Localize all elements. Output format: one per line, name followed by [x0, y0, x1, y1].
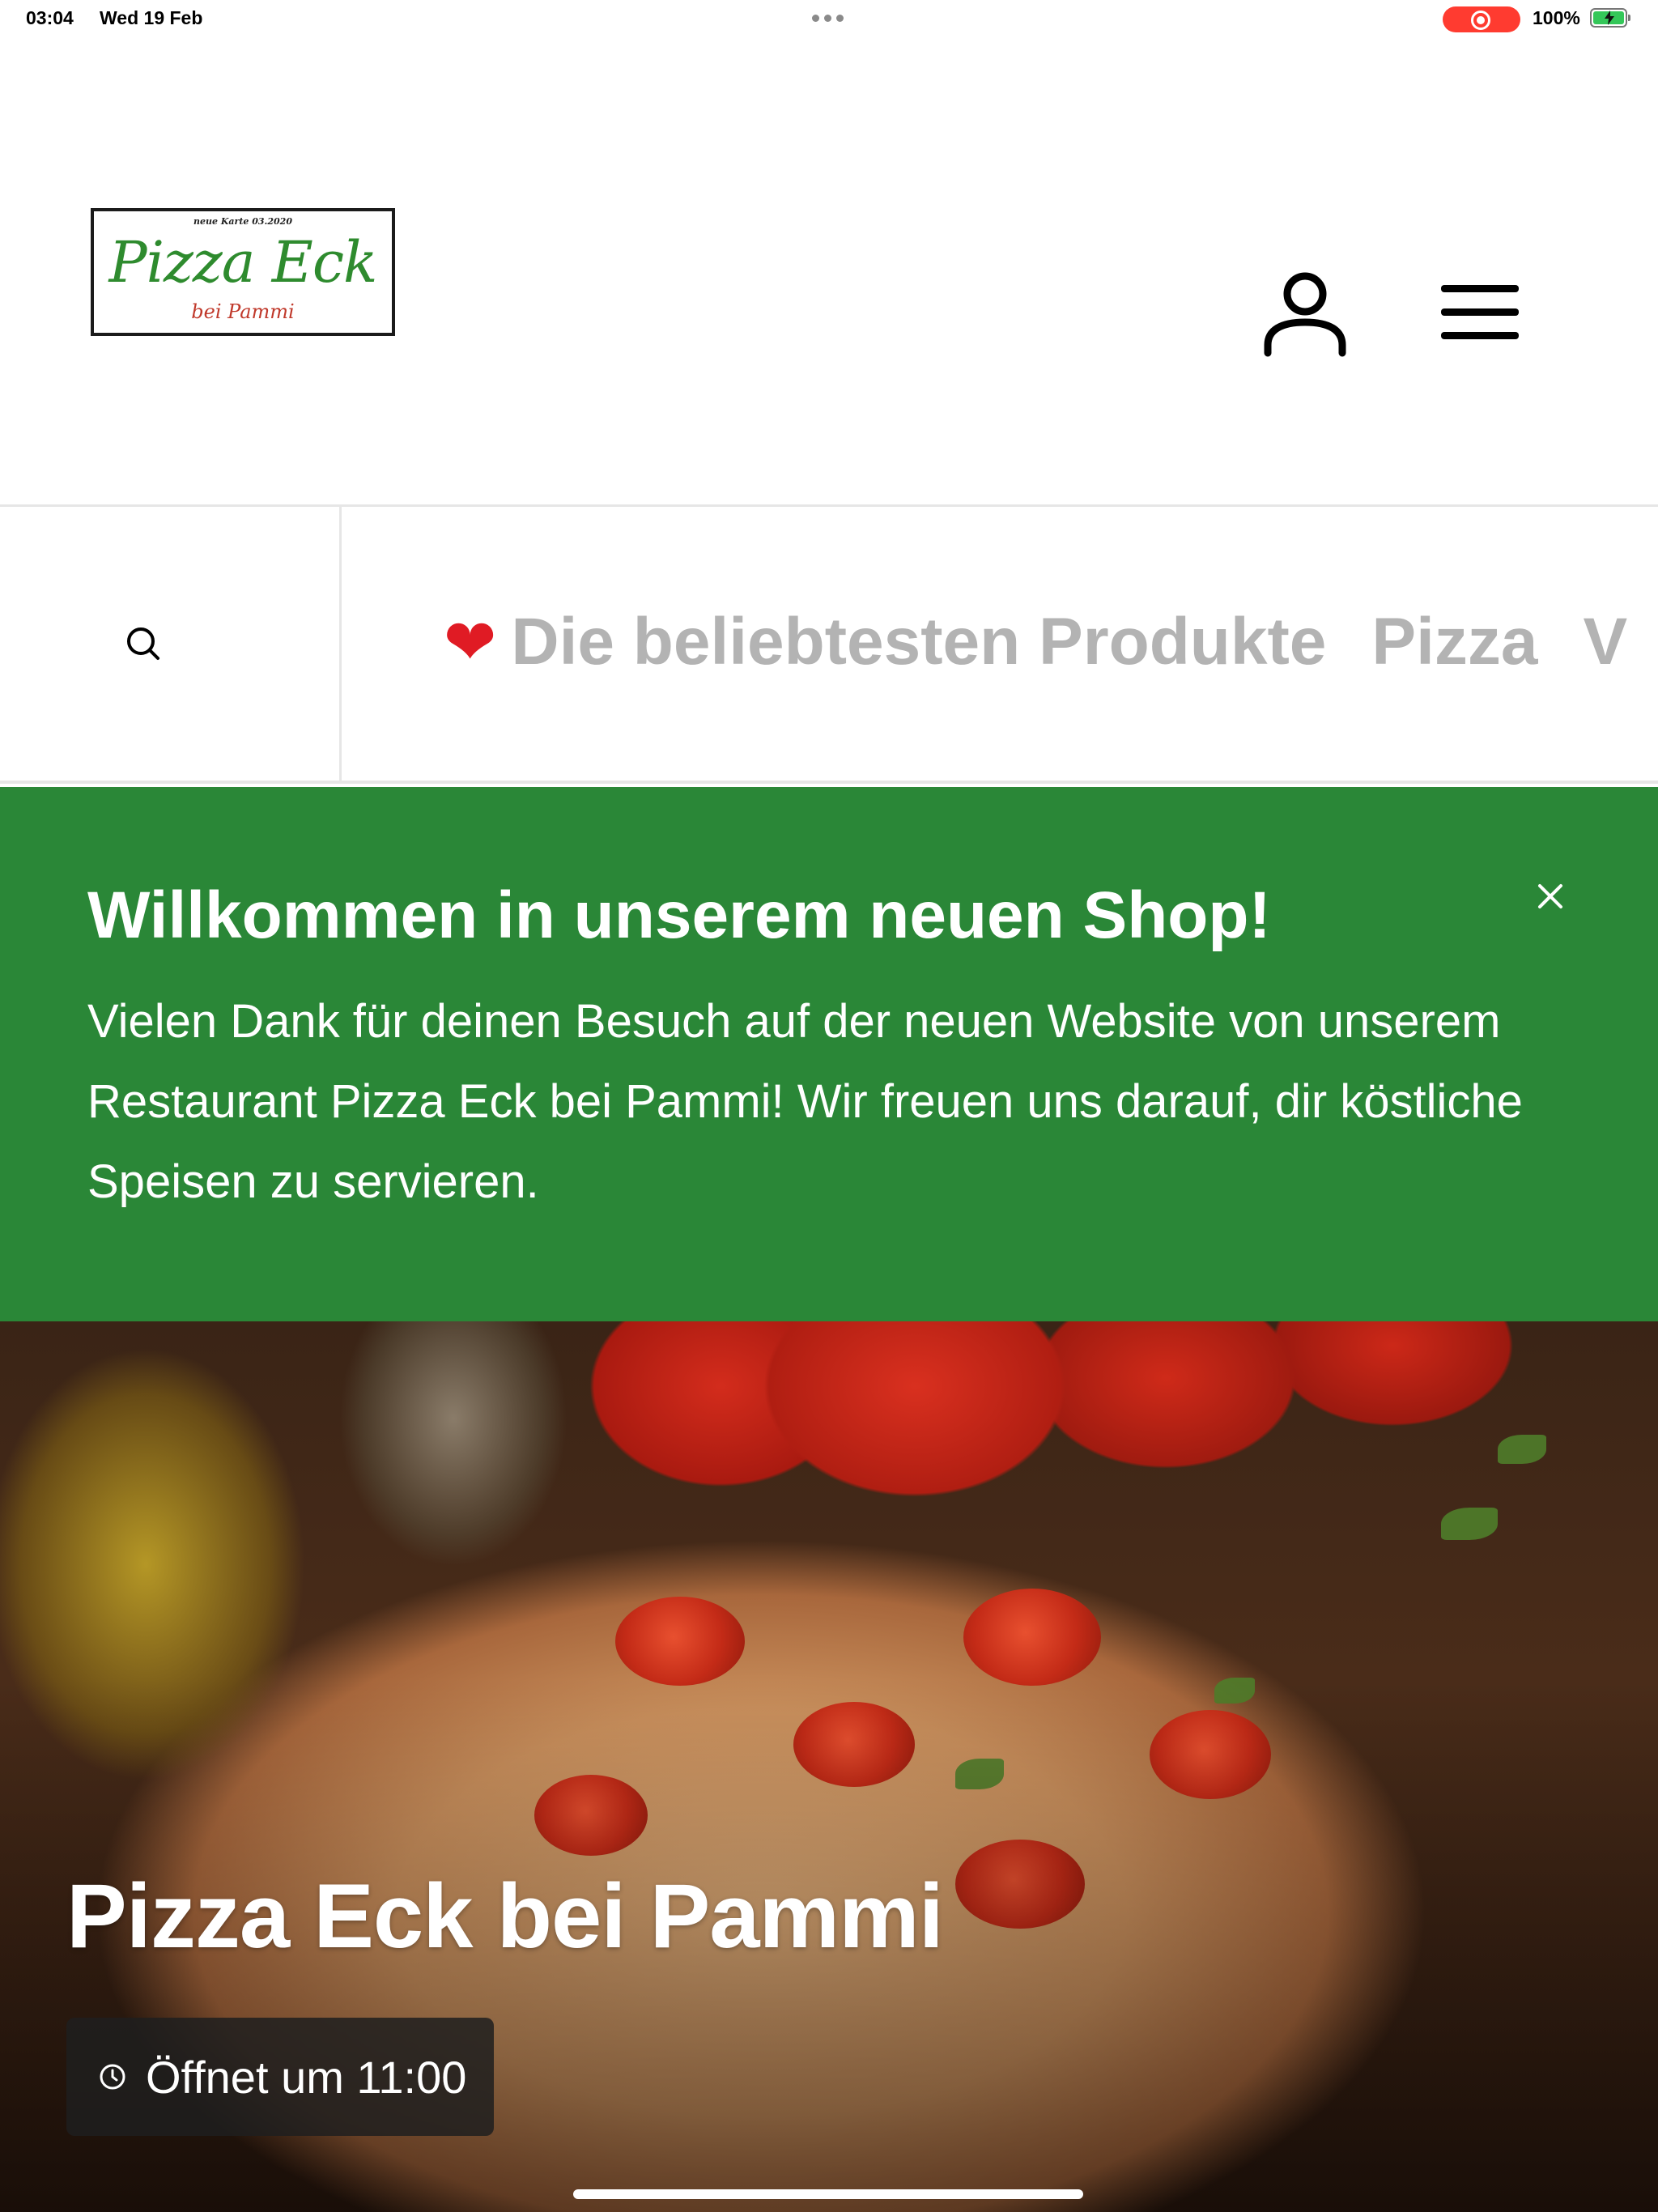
user-icon [1264, 272, 1346, 357]
search-icon [127, 627, 159, 660]
status-date: Wed 19 Feb [100, 7, 203, 28]
status-bar: 03:04 Wed 19 Feb 100% [0, 0, 1658, 39]
tab-pizza[interactable]: Pizza [1371, 604, 1537, 680]
home-indicator[interactable] [573, 2189, 1083, 2199]
opening-hours-badge: Öffnet um 11:00 [66, 2018, 495, 2136]
logo-note: neue Karte 03.2020 [193, 216, 292, 227]
search-button[interactable] [0, 507, 342, 781]
banner-title: Willkommen in unserem neuen Shop! [87, 878, 1271, 952]
logo-name: Pizza Eck [108, 229, 378, 296]
tab-label: V [1583, 605, 1628, 678]
site-header: neue Karte 03.2020 Pizza Eck bei Pammi [0, 39, 1658, 507]
heart-icon: ❤ [444, 606, 497, 678]
welcome-banner: Willkommen in unserem neuen Shop! Vielen… [0, 787, 1658, 1321]
hamburger-menu-icon [1441, 285, 1519, 339]
tab-popular-products[interactable]: ❤ Die beliebtesten Produkte [444, 604, 1326, 680]
screen-record-icon[interactable] [1443, 6, 1520, 32]
logo-sub: bei Pammi [191, 300, 295, 323]
banner-close-button[interactable] [1530, 876, 1571, 917]
tab-next[interactable]: V [1583, 604, 1627, 680]
tab-label: Pizza [1371, 605, 1538, 678]
opening-hours-text: Öffnet um 11:00 [146, 2051, 467, 2103]
clock-icon [100, 2064, 125, 2090]
multitasking-dots-icon[interactable] [812, 15, 844, 22]
battery-percent: 100% [1533, 7, 1580, 28]
menu-button[interactable] [1435, 274, 1525, 351]
tab-label: Die beliebtesten Produkte [511, 605, 1327, 678]
account-button[interactable] [1260, 267, 1350, 358]
category-nav: ❤ Die beliebtesten Produkte Pizza V [0, 507, 1658, 784]
category-tabs: ❤ Die beliebtesten Produkte Pizza V [444, 604, 1658, 680]
close-icon [1538, 884, 1562, 908]
banner-text: Vielen Dank für deinen Besuch auf der ne… [87, 995, 1523, 1208]
hero-image: Pizza Eck bei Pammi Öffnet um 11:00 [0, 1321, 1658, 2212]
site-logo[interactable]: neue Karte 03.2020 Pizza Eck bei Pammi [91, 208, 395, 336]
battery-icon [1590, 8, 1630, 28]
status-time: 03:04 [26, 7, 74, 28]
hero-title: Pizza Eck bei Pammi [66, 1865, 944, 1967]
